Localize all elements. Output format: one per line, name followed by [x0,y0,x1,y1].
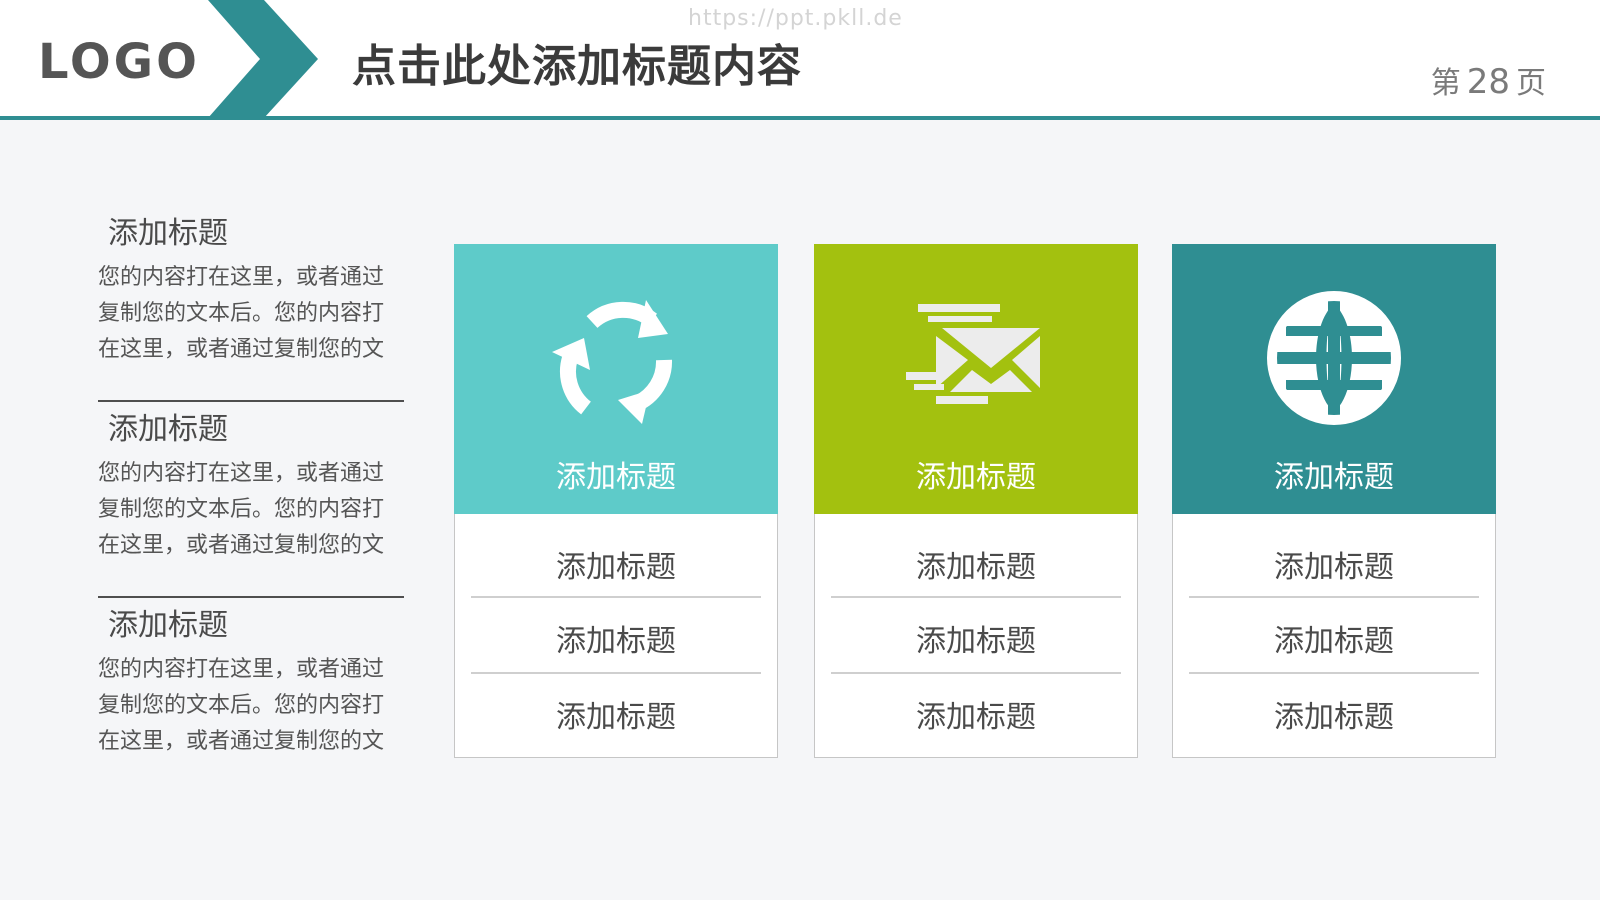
card-row[interactable]: 添加标题 [1173,616,1495,660]
fast-mail-envelope-icon [906,304,1040,404]
left-item-title[interactable]: 添加标题 [108,410,408,450]
page-number-value: 28 [1466,62,1510,102]
card-header-label[interactable]: 添加标题 [454,452,778,496]
card-row[interactable]: 添加标题 [1173,692,1495,736]
left-divider [98,596,404,598]
card-row[interactable]: 添加标题 [455,692,777,736]
card-body: 添加标题 添加标题 添加标题 [1172,514,1496,758]
left-item-title[interactable]: 添加标题 [108,606,408,646]
card-row-divider [1189,672,1479,674]
card-row[interactable]: 添加标题 [815,542,1137,586]
watermark-text: https://ppt.pkll.de [688,6,903,31]
card-row[interactable]: 添加标题 [455,542,777,586]
chevron-arrow-icon [208,0,318,118]
feature-card: 添加标题 添加标题 添加标题 添加标题 [454,244,778,758]
card-row-divider [831,672,1121,674]
card-row-divider [831,596,1121,598]
left-item-body[interactable]: 您的内容打在这里，或者通过复制您的文本后。您的内容打在这里，或者通过复制您的文 [98,652,404,760]
card-row[interactable]: 添加标题 [815,692,1137,736]
feature-card: 添加标题 添加标题 添加标题 添加标题 [1172,244,1496,758]
card-body: 添加标题 添加标题 添加标题 [814,514,1138,758]
left-item: 添加标题 您的内容打在这里，或者通过复制您的文本后。您的内容打在这里，或者通过复… [98,410,408,564]
card-row-divider [1189,596,1479,598]
recycle-arrows-icon [552,300,672,424]
page-suffix: 页 [1516,66,1546,101]
card-row[interactable]: 添加标题 [815,616,1137,660]
left-divider [98,400,404,402]
logo: LOGO [38,34,200,90]
left-item: 添加标题 您的内容打在这里，或者通过复制您的文本后。您的内容打在这里，或者通过复… [98,606,408,760]
card-row[interactable]: 添加标题 [1173,542,1495,586]
page-prefix: 第 [1430,66,1461,101]
left-item: 添加标题 您的内容打在这里，或者通过复制您的文本后。您的内容打在这里，或者通过复… [98,214,408,368]
card-header: 添加标题 [814,244,1138,514]
left-item-body[interactable]: 您的内容打在这里，或者通过复制您的文本后。您的内容打在这里，或者通过复制您的文 [98,260,404,368]
page-number: 第 28 页 [1431,58,1546,102]
card-row-divider [471,672,761,674]
page-title[interactable]: 点击此处添加标题内容 [352,30,802,94]
card-header-label[interactable]: 添加标题 [814,452,1138,496]
card-row[interactable]: 添加标题 [455,616,777,660]
card-body: 添加标题 添加标题 添加标题 [454,514,778,758]
left-item-title[interactable]: 添加标题 [108,214,408,254]
card-header: 添加标题 [1172,244,1496,514]
feature-card: 添加标题 添加标题 添加标题 添加标题 [814,244,1138,758]
card-header-label[interactable]: 添加标题 [1172,452,1496,496]
card-row-divider [471,596,761,598]
globe-icon [1267,291,1401,425]
left-item-body[interactable]: 您的内容打在这里，或者通过复制您的文本后。您的内容打在这里，或者通过复制您的文 [98,456,404,564]
card-header: 添加标题 [454,244,778,514]
